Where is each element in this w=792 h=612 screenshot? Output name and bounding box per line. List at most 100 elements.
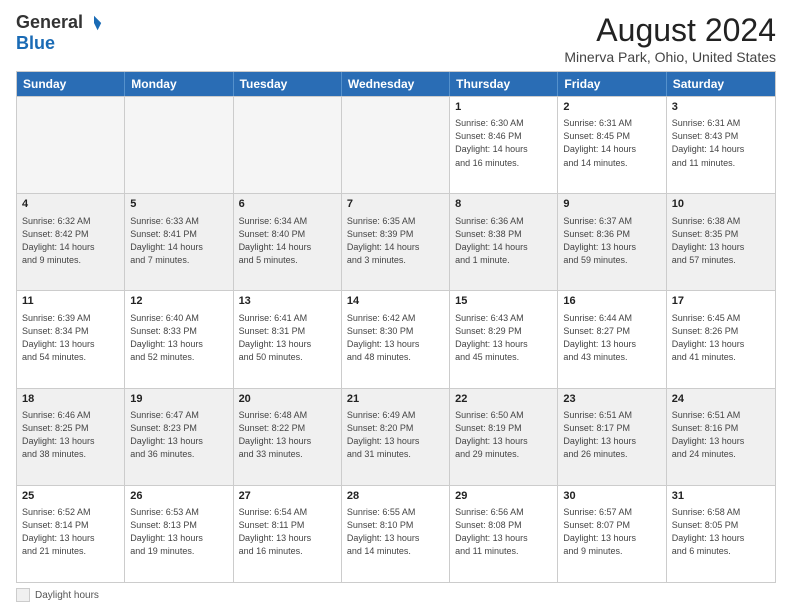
day-number: 28 [347, 489, 444, 504]
cal-cell: 5 Sunrise: 6:33 AM Sunset: 8:41 PM Daylig… [125, 194, 233, 290]
day-number: 12 [130, 294, 227, 309]
cell-info: Sunrise: 6:38 AM Sunset: 8:35 PM Dayligh… [672, 215, 770, 267]
cell-info: Sunrise: 6:45 AM Sunset: 8:26 PM Dayligh… [672, 312, 770, 364]
cell-info: Sunrise: 6:48 AM Sunset: 8:22 PM Dayligh… [239, 409, 336, 461]
header-saturday: Saturday [667, 72, 775, 96]
cal-cell: 3 Sunrise: 6:31 AM Sunset: 8:43 PM Daylig… [667, 97, 775, 193]
calendar: Sunday Monday Tuesday Wednesday Thursday… [16, 71, 776, 583]
header-sunday: Sunday [17, 72, 125, 96]
cell-info: Sunrise: 6:30 AM Sunset: 8:46 PM Dayligh… [455, 117, 552, 169]
location: Minerva Park, Ohio, United States [564, 49, 776, 65]
cal-cell: 8Sunrise: 6:36 AM Sunset: 8:38 PM Daylig… [450, 194, 558, 290]
day-number: 20 [239, 392, 336, 407]
cal-cell: 4Sunrise: 6:32 AM Sunset: 8:42 PM Daylig… [17, 194, 125, 290]
cal-cell: 20 Sunrise: 6:48 AM Sunset: 8:22 PM Dayli… [234, 389, 342, 485]
cal-row-3: 11 Sunrise: 6:39 AM Sunset: 8:34 PM Dayli… [17, 290, 775, 387]
cell-info: Sunrise: 6:54 AM Sunset: 8:11 PM Dayligh… [239, 506, 336, 558]
cell-info: Sunrise: 6:44 AM Sunset: 8:27 PM Dayligh… [563, 312, 660, 364]
day-number: 15 [455, 294, 552, 309]
cal-cell: 22 Sunrise: 6:50 AM Sunset: 8:19 PM Dayli… [450, 389, 558, 485]
cell-info: Sunrise: 6:57 AM Sunset: 8:07 PM Dayligh… [563, 506, 660, 558]
header-friday: Friday [558, 72, 666, 96]
cal-cell: 21 Sunrise: 6:49 AM Sunset: 8:20 PM Dayli… [342, 389, 450, 485]
cal-cell: 30Sunrise: 6:57 AM Sunset: 8:07 PM Dayli… [558, 486, 666, 582]
day-number: 14 [347, 294, 444, 309]
cal-cell [342, 97, 450, 193]
day-number: 22 [455, 392, 552, 407]
cell-info: Sunrise: 6:46 AM Sunset: 8:25 PM Dayligh… [22, 409, 119, 461]
day-number: 11 [22, 294, 119, 309]
day-number: 10 [672, 197, 770, 212]
day-number: 2 [563, 100, 660, 115]
cell-info: Sunrise: 6:51 AM Sunset: 8:17 PM Dayligh… [563, 409, 660, 461]
cal-cell: 7Sunrise: 6:35 AM Sunset: 8:39 PM Daylig… [342, 194, 450, 290]
cal-cell: 14Sunrise: 6:42 AM Sunset: 8:30 PM Dayli… [342, 291, 450, 387]
day-number: 9 [563, 197, 660, 212]
cell-info: Sunrise: 6:55 AM Sunset: 8:10 PM Dayligh… [347, 506, 444, 558]
cal-cell: 19 Sunrise: 6:47 AM Sunset: 8:23 PM Dayli… [125, 389, 233, 485]
cal-row-4: 18Sunrise: 6:46 AM Sunset: 8:25 PM Dayli… [17, 388, 775, 485]
cal-cell: 23 Sunrise: 6:51 AM Sunset: 8:17 PM Dayli… [558, 389, 666, 485]
day-number: 25 [22, 489, 119, 504]
day-number: 24 [672, 392, 770, 407]
logo-general: General [16, 12, 83, 33]
cal-cell: 15 Sunrise: 6:43 AM Sunset: 8:29 PM Dayli… [450, 291, 558, 387]
cell-info: Sunrise: 6:58 AM Sunset: 8:05 PM Dayligh… [672, 506, 770, 558]
cal-cell: 17Sunrise: 6:45 AM Sunset: 8:26 PM Dayli… [667, 291, 775, 387]
cell-info: Sunrise: 6:31 AM Sunset: 8:43 PM Dayligh… [672, 117, 770, 169]
cell-info: Sunrise: 6:43 AM Sunset: 8:29 PM Dayligh… [455, 312, 552, 364]
cal-cell: 24 Sunrise: 6:51 AM Sunset: 8:16 PM Dayli… [667, 389, 775, 485]
logo: General Blue [16, 12, 103, 54]
cell-info: Sunrise: 6:52 AM Sunset: 8:14 PM Dayligh… [22, 506, 119, 558]
cal-cell: 29Sunrise: 6:56 AM Sunset: 8:08 PM Dayli… [450, 486, 558, 582]
cal-cell: 11 Sunrise: 6:39 AM Sunset: 8:34 PM Dayli… [17, 291, 125, 387]
cell-info: Sunrise: 6:56 AM Sunset: 8:08 PM Dayligh… [455, 506, 552, 558]
page: General Blue August 2024 Minerva Park, O… [0, 0, 792, 612]
header-tuesday: Tuesday [234, 72, 342, 96]
cal-cell: 28 Sunrise: 6:55 AM Sunset: 8:10 PM Dayli… [342, 486, 450, 582]
cal-cell: 10 Sunrise: 6:38 AM Sunset: 8:35 PM Dayli… [667, 194, 775, 290]
logo-icon [85, 14, 103, 32]
cell-info: Sunrise: 6:36 AM Sunset: 8:38 PM Dayligh… [455, 215, 552, 267]
day-number: 21 [347, 392, 444, 407]
cal-cell: 27Sunrise: 6:54 AM Sunset: 8:11 PM Dayli… [234, 486, 342, 582]
cal-cell: 16Sunrise: 6:44 AM Sunset: 8:27 PM Dayli… [558, 291, 666, 387]
cal-cell: 18Sunrise: 6:46 AM Sunset: 8:25 PM Dayli… [17, 389, 125, 485]
day-number: 13 [239, 294, 336, 309]
cal-cell: 2 Sunrise: 6:31 AM Sunset: 8:45 PM Daylig… [558, 97, 666, 193]
day-number: 23 [563, 392, 660, 407]
day-number: 3 [672, 100, 770, 115]
cell-info: Sunrise: 6:41 AM Sunset: 8:31 PM Dayligh… [239, 312, 336, 364]
cell-info: Sunrise: 6:47 AM Sunset: 8:23 PM Dayligh… [130, 409, 227, 461]
cal-row-2: 4Sunrise: 6:32 AM Sunset: 8:42 PM Daylig… [17, 193, 775, 290]
cal-cell: 6Sunrise: 6:34 AM Sunset: 8:40 PM Daylig… [234, 194, 342, 290]
header: General Blue August 2024 Minerva Park, O… [16, 12, 776, 65]
title-block: August 2024 Minerva Park, Ohio, United S… [564, 12, 776, 65]
month-title: August 2024 [564, 12, 776, 49]
cal-cell: 31Sunrise: 6:58 AM Sunset: 8:05 PM Dayli… [667, 486, 775, 582]
cal-cell: 25 Sunrise: 6:52 AM Sunset: 8:14 PM Dayli… [17, 486, 125, 582]
header-wednesday: Wednesday [342, 72, 450, 96]
cal-cell: 1 Sunrise: 6:30 AM Sunset: 8:46 PM Daylig… [450, 97, 558, 193]
cell-info: Sunrise: 6:53 AM Sunset: 8:13 PM Dayligh… [130, 506, 227, 558]
day-number: 19 [130, 392, 227, 407]
day-number: 1 [455, 100, 552, 115]
cal-cell: 12Sunrise: 6:40 AM Sunset: 8:33 PM Dayli… [125, 291, 233, 387]
calendar-body: 1 Sunrise: 6:30 AM Sunset: 8:46 PM Daylig… [17, 96, 775, 582]
header-monday: Monday [125, 72, 233, 96]
cell-info: Sunrise: 6:50 AM Sunset: 8:19 PM Dayligh… [455, 409, 552, 461]
header-thursday: Thursday [450, 72, 558, 96]
cal-row-1: 1 Sunrise: 6:30 AM Sunset: 8:46 PM Daylig… [17, 96, 775, 193]
cal-cell [17, 97, 125, 193]
cal-cell [125, 97, 233, 193]
day-number: 5 [130, 197, 227, 212]
cell-info: Sunrise: 6:51 AM Sunset: 8:16 PM Dayligh… [672, 409, 770, 461]
legend-label: Daylight hours [35, 590, 99, 601]
cell-info: Sunrise: 6:33 AM Sunset: 8:41 PM Dayligh… [130, 215, 227, 267]
cell-info: Sunrise: 6:31 AM Sunset: 8:45 PM Dayligh… [563, 117, 660, 169]
cell-info: Sunrise: 6:49 AM Sunset: 8:20 PM Dayligh… [347, 409, 444, 461]
logo-blue: Blue [16, 33, 55, 54]
cal-cell [234, 97, 342, 193]
day-number: 6 [239, 197, 336, 212]
cell-info: Sunrise: 6:39 AM Sunset: 8:34 PM Dayligh… [22, 312, 119, 364]
